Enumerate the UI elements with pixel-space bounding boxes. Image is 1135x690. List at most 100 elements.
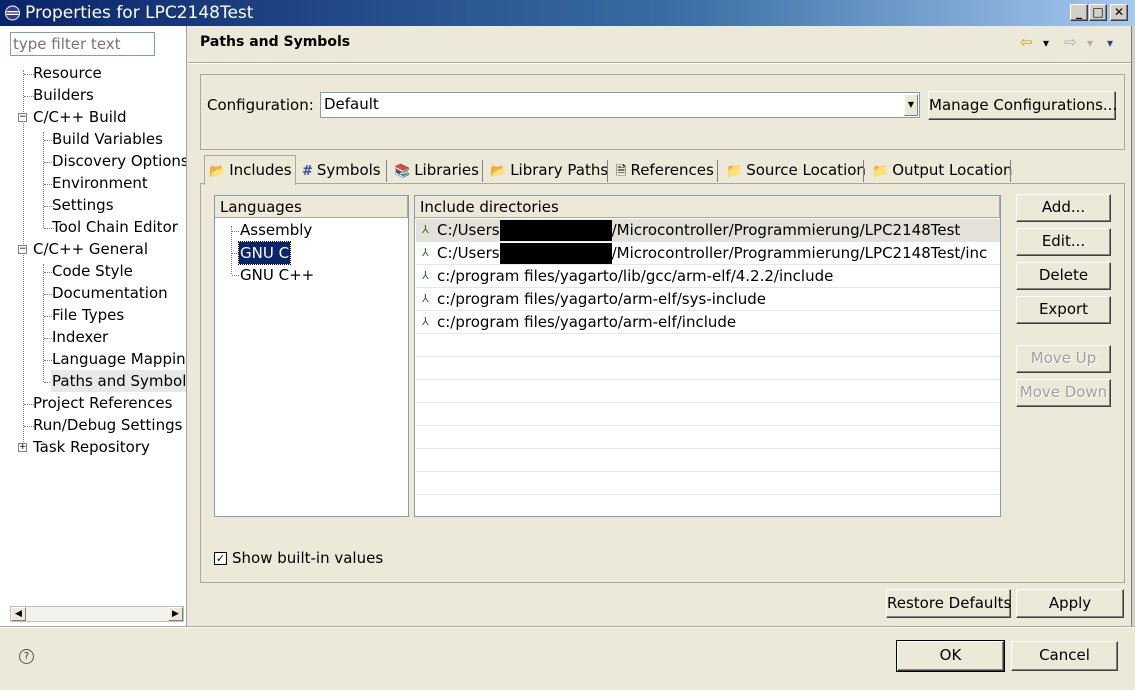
nav-item-tool-chain-editor[interactable]: Tool Chain Editor — [52, 216, 178, 238]
configuration-select[interactable]: Default ▼ — [320, 92, 920, 118]
table-row[interactable]: ⅄ c:/program files/yagarto/arm-elf/sys-i… — [416, 288, 1000, 311]
nav-item-run-debug-settings[interactable]: Run/Debug Settings — [33, 414, 182, 436]
table-row[interactable]: ⅄ c:/program files/yagarto/lib/gcc/arm-e… — [416, 265, 1000, 288]
nav-item-paths-and-symbols[interactable]: Paths and Symbols — [51, 370, 186, 392]
expand-toggle[interactable]: + — [18, 443, 27, 452]
maximize-button[interactable]: □ — [1089, 4, 1107, 21]
nav-item-file-types[interactable]: File Types — [52, 304, 124, 326]
path-suffix: /Microcontroller/Programmierung/LPC2148T… — [611, 244, 988, 262]
minimize-button[interactable]: _ — [1070, 4, 1088, 21]
tab-output-location[interactable]: 📁 Output Location — [868, 158, 1013, 184]
nav-item-environment[interactable]: Environment — [52, 172, 148, 194]
window-title: Properties for LPC2148Test — [25, 3, 254, 23]
path-text: c:/program files/yagarto/arm-elf/sys-inc… — [437, 290, 767, 308]
tab-references[interactable]: 🗎 References — [612, 158, 714, 184]
table-row[interactable]: ⅄ C:/Users/Microcontroller/Programmierun… — [416, 242, 1000, 265]
tab-library-paths[interactable]: 📂 Library Paths — [486, 158, 608, 184]
collapse-toggle[interactable]: − — [18, 245, 27, 254]
table-row-empty — [416, 357, 1000, 380]
table-row[interactable]: ⅄ c:/program files/yagarto/arm-elf/inclu… — [416, 311, 1000, 334]
tab-libraries[interactable]: 📚 Libraries — [390, 158, 479, 184]
language-item-gnu-c[interactable]: GNU C — [237, 241, 292, 265]
help-icon[interactable]: ? — [19, 649, 34, 664]
folder-open-icon: 📂 — [209, 164, 226, 179]
nav-item-language-mapping[interactable]: Language Mapping — [52, 348, 186, 370]
ok-button[interactable]: OK — [896, 640, 1005, 672]
back-dropdown-icon[interactable]: ▾ — [1043, 36, 1049, 50]
tab-label: References — [630, 161, 714, 179]
show-builtin-label[interactable]: Show built-in values — [232, 549, 383, 567]
include-directories-table[interactable]: Include directories ⅄ C:/Users/Microcont… — [414, 195, 1001, 517]
title-bar: Properties for LPC2148Test _ □ ✕ — [0, 0, 1135, 26]
document-icon: 🗎 — [616, 164, 627, 179]
collapse-toggle[interactable]: − — [18, 113, 27, 122]
close-button[interactable]: ✕ — [1110, 4, 1128, 21]
libraries-icon: 📚 — [394, 164, 411, 179]
nav-panel: − − + Resource Builders C/C++ Build Buil… — [0, 26, 187, 626]
nav-item-settings[interactable]: Settings — [52, 194, 114, 216]
table-row-empty — [416, 403, 1000, 426]
chevron-down-icon[interactable]: ▼ — [904, 94, 918, 116]
languages-header[interactable]: Languages — [215, 196, 408, 218]
row-text: C:/Users/Microcontroller/Programmierung/… — [437, 219, 960, 241]
delete-button[interactable]: Delete — [1016, 262, 1111, 290]
nav-item-build-variables[interactable]: Build Variables — [52, 128, 163, 150]
table-row[interactable]: ⅄ C:/Users/Microcontroller/Programmierun… — [416, 219, 1000, 242]
nav-item-code-style[interactable]: Code Style — [52, 260, 133, 282]
eclipse-icon — [5, 5, 20, 21]
scroll-left-button[interactable]: ◀ — [11, 607, 26, 621]
page-title: Paths and Symbols — [200, 34, 351, 50]
forward-dropdown-icon[interactable]: ▾ — [1087, 36, 1093, 50]
folder-icon: 📁 — [872, 164, 889, 179]
nav-item-cpp-build[interactable]: C/C++ Build — [33, 106, 127, 128]
add-button[interactable]: Add... — [1016, 194, 1111, 222]
tree-guide — [232, 275, 239, 276]
restore-defaults-button[interactable]: Restore Defaults — [886, 589, 1011, 618]
path-prefix: C:/Users — [437, 221, 500, 239]
manage-configurations-button[interactable]: Manage Configurations... — [928, 91, 1117, 120]
redaction-box — [499, 220, 612, 241]
apply-button[interactable]: Apply — [1016, 589, 1124, 618]
tab-source-location[interactable]: 📁 Source Location — [722, 158, 866, 184]
path-suffix: /Microcontroller/Programmierung/LPC2148T… — [611, 221, 961, 239]
nav-item-cpp-general[interactable]: C/C++ General — [33, 238, 148, 260]
tab-symbols[interactable]: # Symbols — [298, 158, 381, 184]
forward-arrow-icon[interactable]: ⇨ — [1064, 33, 1077, 51]
back-arrow-icon[interactable]: ⇦ — [1020, 33, 1033, 51]
tab-separator — [717, 160, 718, 182]
export-button[interactable]: Export — [1016, 296, 1111, 324]
configuration-value: Default — [324, 95, 379, 113]
nav-item-discovery-options[interactable]: Discovery Options — [52, 150, 186, 172]
languages-list[interactable]: Languages Assembly GNU C GNU C++ — [214, 195, 409, 517]
nav-item-documentation[interactable]: Documentation — [52, 282, 168, 304]
nav-item-project-references[interactable]: Project References — [33, 392, 172, 414]
nav-item-builders[interactable]: Builders — [33, 84, 94, 106]
move-down-button[interactable]: Move Down — [1016, 379, 1111, 407]
include-path-icon: ⅄ — [422, 223, 429, 236]
horizontal-scrollbar[interactable]: ◀ ▶ — [10, 606, 184, 622]
row-text: C:/Users/Microcontroller/Programmierung/… — [437, 242, 987, 264]
tab-separator — [1010, 160, 1011, 182]
view-menu-icon[interactable]: ▾ — [1107, 36, 1113, 50]
edit-button[interactable]: Edit... — [1016, 228, 1111, 256]
language-item-assembly[interactable]: Assembly — [240, 219, 312, 241]
scroll-right-button[interactable]: ▶ — [168, 607, 183, 621]
tab-label: Symbols — [316, 161, 381, 179]
table-row-empty — [416, 380, 1000, 403]
table-row-empty — [416, 334, 1000, 357]
language-item-gnu-cpp[interactable]: GNU C++ — [240, 264, 314, 286]
show-builtin-checkbox[interactable]: ✓ — [214, 552, 227, 565]
path-text: c:/program files/yagarto/arm-elf/include — [437, 313, 737, 331]
tab-label: Libraries — [414, 161, 479, 179]
include-directories-header[interactable]: Include directories — [415, 196, 1000, 218]
cancel-button[interactable]: Cancel — [1011, 641, 1118, 671]
nav-item-indexer[interactable]: Indexer — [52, 326, 108, 348]
nav-item-task-repository[interactable]: Task Repository — [33, 436, 150, 458]
include-path-icon: ⅄ — [422, 292, 429, 305]
filter-input[interactable] — [10, 32, 155, 56]
tab-separator — [607, 160, 608, 182]
include-path-icon: ⅄ — [422, 315, 429, 328]
move-up-button[interactable]: Move Up — [1016, 345, 1111, 373]
nav-item-resource[interactable]: Resource — [33, 62, 102, 84]
tab-includes[interactable]: 📂 Includes — [204, 155, 296, 185]
